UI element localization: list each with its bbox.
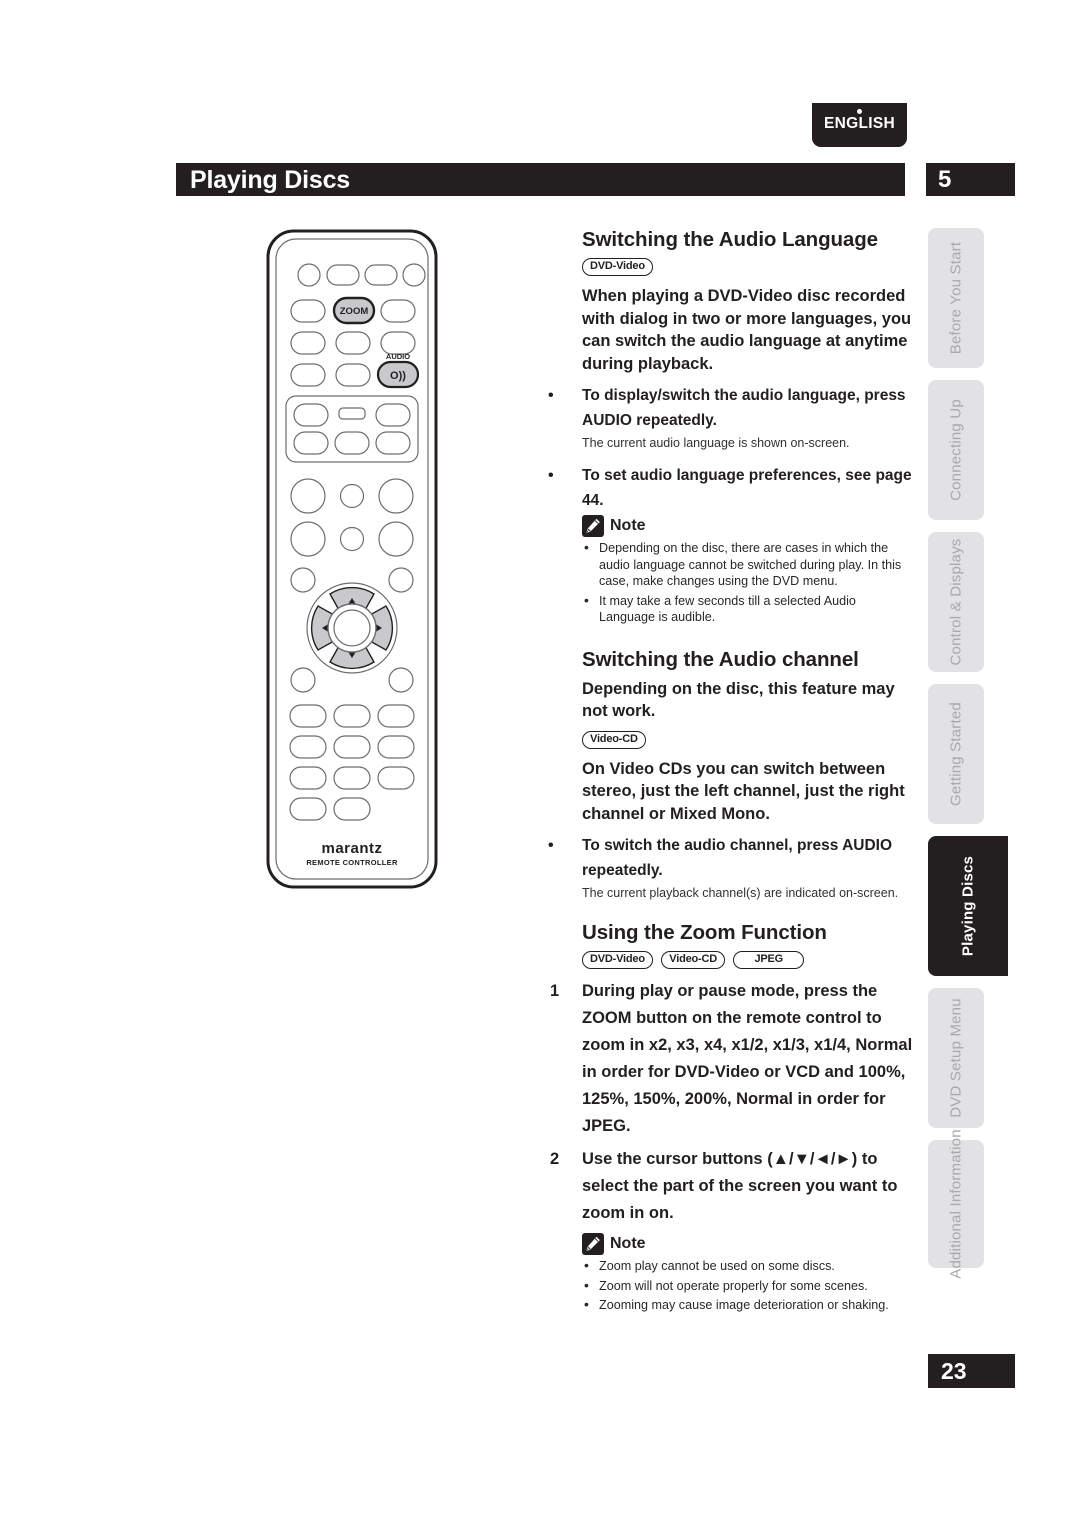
bullet-switch-audio-channel: • To switch the audio channel, press AUD… (547, 833, 915, 883)
step-number: 1 (550, 982, 560, 1000)
section-intro-audio-language: When playing a DVD-Video disc recorded w… (582, 287, 912, 373)
note-item: • Depending on the disc, there are cases… (582, 539, 915, 590)
chapter-tab-label: Before You Start (947, 241, 965, 355)
section-heading-zoom-function: Using the Zoom Function (582, 921, 827, 944)
bullet-sub-audio-display-switch: The current audio language is shown on-s… (582, 436, 850, 450)
step-1-zoom: 1 During play or pause mode, press the Z… (547, 978, 915, 1140)
chapter-tab-label: Control & Displays (947, 538, 965, 666)
note-item-text: Depending on the disc, there are cases i… (599, 541, 902, 588)
disc-badge-video-cd: Video-CD (582, 730, 646, 749)
page-title: Playing Discs (190, 166, 350, 194)
language-tab-dot (857, 109, 862, 114)
main-content-column: Switching the Audio Language DVD-Video W… (547, 228, 915, 1324)
bullet-text: To switch the audio channel, press AUDIO… (582, 837, 893, 879)
sidebar-item-dvd-setup-menu[interactable]: DVD Setup Menu (928, 988, 984, 1128)
step-text: Use the cursor buttons (▲/▼/◄/►) to sele… (582, 1150, 898, 1222)
bullet-marker: • (584, 1276, 589, 1293)
section-heading-audio-channel: Switching the Audio channel (582, 647, 859, 671)
disc-badge-dvd-video: DVD-Video (582, 258, 653, 276)
bullet-marker: • (584, 1257, 589, 1273)
bullet-marker: • (584, 539, 589, 555)
bullet-sub-switch-audio-channel: The current playback channel(s) are indi… (582, 886, 899, 900)
note-list: • Depending on the disc, there are cases… (582, 539, 915, 626)
disc-badges-audio-channel: Video-CD (547, 730, 915, 749)
remote-brand-subtitle: REMOTE CONTROLLER (306, 858, 398, 867)
disc-badge-jpeg: JPEG (733, 951, 805, 969)
note-header: Note (582, 1233, 915, 1255)
chapter-tab-label: DVD Setup Menu (947, 998, 965, 1118)
note-list: • Zoom play cannot be used on some discs… (582, 1257, 915, 1314)
note-block-audio-language: Note • Depending on the disc, there are … (547, 515, 915, 626)
page-number-box: 23 (928, 1354, 1015, 1388)
disc-badge-dvd-video: DVD-Video (582, 951, 653, 969)
section-heading-audio-language: Switching the Audio Language (582, 228, 878, 251)
disc-badges-audio-language: DVD-Video (547, 258, 915, 276)
language-tab-label: ENGLISH (824, 115, 895, 132)
bullet-marker: • (584, 591, 589, 608)
step-2-zoom: 2 Use the cursor buttons (▲/▼/◄/►) to se… (547, 1146, 915, 1227)
note-item: • It may take a few seconds till a selec… (582, 591, 915, 626)
chapter-number: 5 (938, 166, 952, 193)
note-block-zoom-function: Note • Zoom play cannot be used on some … (547, 1233, 915, 1314)
bullet-text: To display/switch the audio language, pr… (582, 387, 906, 429)
bullet-marker: • (584, 1296, 589, 1312)
bullet-audio-preferences: • To set audio language preferences, see… (547, 463, 915, 513)
chapter-number-box: 5 (926, 163, 1015, 196)
chapter-tab-label: Playing Discs (959, 855, 977, 957)
page-title-bar: Playing Discs (176, 163, 905, 196)
bullet-text: To set audio language preferences, see p… (582, 467, 912, 509)
chapter-tab-label: Connecting Up (947, 399, 965, 501)
remote-audio-glyph: O)) (390, 370, 406, 382)
page-number: 23 (941, 1358, 967, 1384)
language-tab-english: ENGLISH (812, 103, 907, 147)
note-item-text: Zoom will not operate properly for some … (599, 1278, 868, 1293)
disc-badges-zoom-function: DVD-Video Video-CD JPEG (547, 951, 915, 969)
note-item: • Zoom play cannot be used on some discs… (582, 1257, 915, 1275)
note-item-text: Zooming may cause image deterioration or… (599, 1298, 889, 1312)
disc-badge-video-cd: Video-CD (661, 951, 725, 969)
bullet-audio-display-switch: • To display/switch the audio language, … (547, 383, 915, 433)
section-body-audio-channel: On Video CDs you can switch between ster… (582, 759, 905, 823)
remote-brand-logo: marantz (321, 840, 382, 857)
sidebar-item-playing-discs[interactable]: Playing Discs (928, 836, 1008, 976)
note-title: Note (610, 1235, 646, 1252)
step-text: During play or pause mode, press the ZOO… (582, 982, 913, 1135)
bullet-marker: • (548, 837, 554, 854)
sidebar-item-getting-started[interactable]: Getting Started (928, 684, 984, 824)
note-item: • Zooming may cause image deterioration … (582, 1296, 915, 1314)
remote-zoom-label: ZOOM (340, 306, 369, 317)
chapter-tab-label: Getting Started (947, 702, 965, 806)
note-item-text: It may take a few seconds till a selecte… (599, 593, 856, 625)
sidebar-item-additional-information[interactable]: Additional Information (928, 1129, 984, 1279)
note-item: • Zoom will not operate properly for som… (582, 1276, 915, 1295)
sidebar-item-before-you-start[interactable]: Before You Start (928, 228, 984, 368)
bullet-marker: • (548, 467, 554, 484)
step-number: 2 (550, 1150, 560, 1168)
chapter-tab-label: Additional Information (947, 1129, 965, 1279)
pencil-icon (582, 1233, 604, 1255)
sidebar-item-control-and-displays[interactable]: Control & Displays (928, 532, 984, 672)
pencil-icon (582, 515, 604, 537)
sidebar-item-connecting-up[interactable]: Connecting Up (928, 380, 984, 520)
note-title: Note (610, 517, 646, 534)
remote-control-illustration: ZOOM AUDIO O)) marantz REMOTE CONTROLLER (264, 228, 440, 890)
section-intro-audio-channel: Depending on the disc, this feature may … (582, 679, 895, 721)
remote-audio-label: AUDIO (386, 352, 410, 361)
note-item-text: Zoom play cannot be used on some discs. (599, 1259, 835, 1273)
chapter-tab-rail: Before You Start Connecting Up Control &… (928, 228, 1020, 1328)
bullet-marker: • (548, 387, 554, 404)
note-header: Note (582, 515, 915, 537)
